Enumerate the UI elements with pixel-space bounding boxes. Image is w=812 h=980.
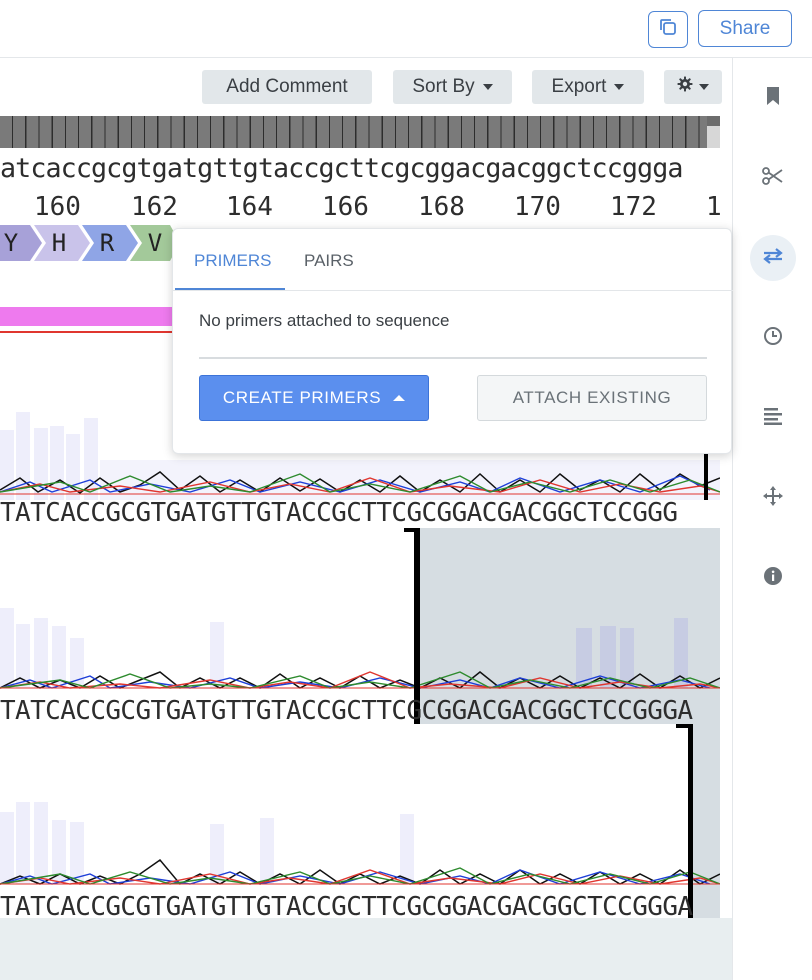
position-number: 160 (34, 192, 81, 222)
position-numbers: 160 162 164 166 168 170 172 1 (0, 192, 722, 222)
trace-bases: TATCACCGCGTGATGTTGTACCGCTTCGCGGACGACGGCT… (0, 498, 678, 528)
ruler-end (707, 126, 720, 148)
chromatogram-trace: TATCACCGCGTGATGTTGTACCGCTTCGCGGACGACGGCT… (0, 724, 720, 922)
tab-primers[interactable]: PRIMERS (194, 251, 271, 271)
add-comment-button[interactable]: Add Comment (202, 70, 372, 104)
copy-button[interactable] (648, 11, 688, 48)
chevron-down-icon (482, 84, 493, 90)
feature-line (0, 331, 200, 333)
sidebar-item-history[interactable] (753, 318, 793, 358)
amino-acid: R (99, 229, 115, 257)
position-number: 164 (226, 192, 273, 222)
sort-by-dropdown[interactable]: Sort By (393, 70, 512, 104)
attach-existing-label: ATTACH EXISTING (512, 388, 672, 407)
scissors-icon (762, 166, 784, 190)
position-number: 170 (514, 192, 561, 222)
position-number: 1 (706, 192, 722, 222)
add-comment-label: Add Comment (226, 76, 348, 97)
trace-chart (0, 724, 720, 920)
amino-acid: Y (3, 229, 19, 257)
primers-icon (762, 247, 784, 270)
sidebar-item-bookmarks[interactable] (753, 78, 793, 118)
top-bar: Share (0, 0, 812, 58)
move-icon (762, 485, 784, 512)
sort-by-label: Sort By (412, 76, 475, 97)
chevron-down-icon (614, 84, 625, 90)
attach-existing-button[interactable]: ATTACH EXISTING (477, 375, 707, 421)
chromatogram-trace: TATCACCGCGTGATGTTGTACCGCTTCGCGGACGACGGCT… (0, 528, 720, 726)
feature-annotation[interactable] (0, 307, 200, 326)
create-primers-label: CREATE PRIMERS (222, 388, 382, 407)
sidebar-item-cut[interactable] (753, 158, 793, 198)
export-dropdown[interactable]: Export (532, 70, 644, 104)
amino-acid: V (147, 229, 163, 257)
history-icon (763, 326, 783, 351)
align-icon (763, 407, 783, 430)
sidebar-item-move[interactable] (753, 478, 793, 518)
empty-panel-area (0, 918, 732, 980)
ruler-cells (0, 116, 707, 148)
chevron-down-icon (699, 84, 709, 90)
trace-chart (0, 528, 720, 724)
position-number: 162 (131, 192, 178, 222)
empty-state-message: No primers attached to sequence (199, 311, 450, 330)
export-label: Export (551, 76, 607, 97)
sidebar-item-alignment[interactable] (753, 398, 793, 438)
tabs-divider (173, 290, 733, 291)
primers-popover: PRIMERS PAIRS No primers attached to seq… (172, 228, 733, 454)
info-icon (763, 566, 783, 591)
gear-icon (677, 76, 693, 98)
position-number: 168 (418, 192, 465, 222)
divider (199, 357, 707, 359)
sequence-ruler (0, 116, 720, 148)
share-button[interactable]: Share (698, 10, 792, 47)
amino-acid: H (51, 229, 67, 257)
position-number: 172 (610, 192, 657, 222)
chevron-up-icon (393, 395, 406, 401)
sidebar-item-info[interactable] (753, 558, 793, 598)
trace-bases: TATCACCGCGTGATGTTGTACCGCTTCGCGGACGACGGCT… (0, 696, 693, 726)
sidebar-item-primers[interactable] (750, 235, 796, 281)
copy-icon (658, 17, 678, 42)
bookmark-icon (765, 86, 781, 111)
position-number: 166 (322, 192, 369, 222)
tab-pairs[interactable]: PAIRS (304, 251, 354, 271)
right-sidebar (732, 58, 812, 980)
settings-dropdown[interactable] (664, 70, 722, 104)
sequence-toolbar: Add Comment Sort By Export (0, 58, 732, 116)
create-primers-button[interactable]: CREATE PRIMERS (199, 375, 429, 421)
sequence-text: atcaccgcgtgatgttgtaccgcttcgcggacgacggctc… (0, 153, 683, 184)
